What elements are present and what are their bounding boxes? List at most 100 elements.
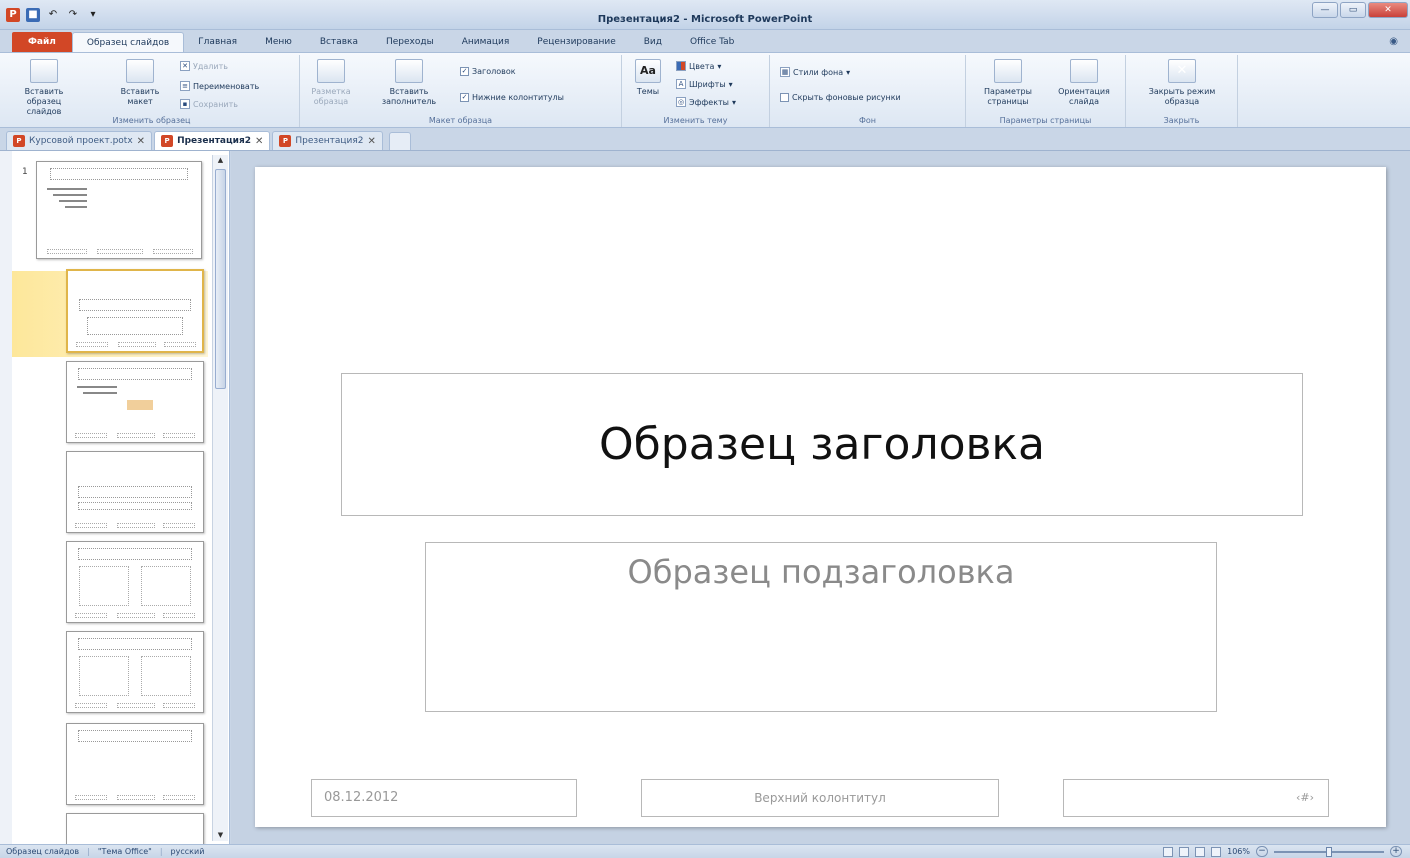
zoom-out-icon[interactable]: −: [1256, 846, 1268, 857]
close-tab-icon[interactable]: ✕: [255, 136, 263, 147]
effects-button[interactable]: ◎ Эффекты ▾: [676, 97, 736, 107]
tab-transitions[interactable]: Переходы: [372, 32, 448, 52]
thumb-content-left: [79, 566, 129, 606]
thumb-line: [83, 392, 117, 394]
tab-view[interactable]: Вид: [630, 32, 676, 52]
minimize-button[interactable]: —: [1312, 2, 1338, 18]
insert-layout-icon: [126, 59, 154, 83]
thumb-subtitle: [86, 317, 184, 335]
group-label: Фон: [858, 116, 876, 125]
thumb-footer: [75, 795, 107, 800]
close-button[interactable]: ✕: [1368, 2, 1408, 18]
tab-office-tab[interactable]: Office Tab: [676, 32, 748, 52]
help-icon[interactable]: ◉: [1389, 36, 1398, 47]
colors-button[interactable]: Цвета ▾: [676, 61, 721, 71]
close-tab-icon[interactable]: ✕: [137, 136, 145, 147]
layout-thumbnail-title-only[interactable]: [66, 723, 204, 805]
tab-slide-master[interactable]: Образец слайдов: [71, 32, 185, 52]
group-label: Изменить образец: [112, 116, 191, 125]
background-styles-button[interactable]: ▦ Стили фона ▾: [780, 67, 850, 77]
subtitle-placeholder[interactable]: Образец подзаголовка: [425, 542, 1217, 712]
zoom-slider-knob[interactable]: [1326, 846, 1332, 857]
layout-thumbnail-two-content[interactable]: [66, 541, 204, 623]
zoom-level[interactable]: 106%: [1227, 847, 1250, 856]
scrollbar-thumb[interactable]: [215, 169, 226, 389]
footer-placeholder[interactable]: Верхний колонтитул: [641, 779, 999, 817]
thumbnail-scrollbar[interactable]: ▲ ▼: [212, 155, 228, 841]
reading-view-icon[interactable]: [1195, 846, 1206, 857]
effects-icon: ◎: [676, 97, 686, 107]
doc-tab-label: Презентация2: [295, 136, 364, 146]
thumb-title: [77, 638, 193, 650]
group-edit-master: Вставить образец слайдов Вставить макет …: [4, 55, 300, 127]
status-language[interactable]: русский: [171, 847, 205, 856]
date-placeholder[interactable]: 08.12.2012: [311, 779, 577, 817]
delete-button[interactable]: ✕ Удалить: [180, 61, 228, 71]
page-setup-icon: [994, 59, 1022, 83]
thumb-content-left: [79, 656, 129, 696]
thumb-footer: [118, 342, 156, 347]
maximize-button[interactable]: ▭: [1340, 2, 1366, 18]
master-layout-button[interactable]: Разметка образца: [306, 59, 356, 107]
fonts-button[interactable]: A Шрифты ▾: [676, 79, 733, 89]
tab-home[interactable]: Главная: [184, 32, 251, 52]
page-setup-button[interactable]: Параметры страницы: [970, 59, 1046, 107]
slide[interactable]: Образец заголовка Образец подзаголовка 0…: [255, 167, 1386, 827]
dropdown-arrow-icon: ▾: [846, 67, 851, 77]
layout-thumbnail-title-content[interactable]: [66, 361, 204, 443]
close-tab-icon[interactable]: ✕: [368, 136, 376, 147]
zoom-slider[interactable]: [1274, 846, 1384, 857]
normal-view-icon[interactable]: [1163, 846, 1174, 857]
preserve-button[interactable]: ▪ Сохранить: [180, 99, 238, 109]
thumb-title: [77, 368, 193, 380]
rename-button[interactable]: ≡ Переименовать: [180, 81, 259, 91]
check-icon: ✓: [460, 67, 469, 76]
doc-tab-template[interactable]: P Курсовой проект.potx ✕: [6, 131, 153, 150]
layout-thumbnail-blank[interactable]: [66, 813, 204, 844]
tab-menu[interactable]: Меню: [251, 32, 306, 52]
slide-number-placeholder[interactable]: ‹#›: [1063, 779, 1329, 817]
footers-checkbox[interactable]: ✓ Нижние колонтитулы: [460, 93, 564, 102]
master-layout-label: Разметка образца: [311, 87, 351, 106]
new-tab-button[interactable]: [388, 132, 411, 150]
title-placeholder[interactable]: Образец заголовка: [341, 373, 1303, 516]
orientation-button[interactable]: Ориентация слайда: [1046, 59, 1122, 107]
tab-file[interactable]: Файл: [12, 32, 72, 52]
master-thumbnail[interactable]: [36, 161, 202, 259]
themes-label: Темы: [636, 87, 660, 96]
status-separator: |: [87, 847, 90, 856]
layout-thumbnail-comparison[interactable]: [66, 631, 204, 713]
zoom-in-icon[interactable]: +: [1390, 846, 1402, 857]
rename-label: Переименовать: [193, 81, 260, 91]
thumb-subtitle: [77, 502, 193, 510]
doc-tab-presentation2[interactable]: P Презентация2 ✕: [272, 131, 383, 150]
ribbon: Вставить образец слайдов Вставить макет …: [0, 52, 1410, 128]
doc-tab-presentation2-active[interactable]: P Презентация2 ✕: [154, 131, 271, 150]
slide-number-label: 1: [22, 167, 28, 177]
tab-insert[interactable]: Вставка: [306, 32, 372, 52]
status-bar: Образец слайдов | "Тема Office" | русски…: [0, 844, 1410, 858]
hide-background-checkbox[interactable]: Скрыть фоновые рисунки: [780, 93, 901, 102]
insert-master-icon: [30, 59, 58, 83]
scroll-down-icon[interactable]: ▼: [215, 830, 226, 841]
status-theme[interactable]: "Тема Office": [98, 847, 152, 856]
close-master-view-button[interactable]: ✕ Закрыть режим образца: [1134, 59, 1230, 107]
layout-thumbnail-section-header[interactable]: [66, 451, 204, 533]
scroll-up-icon[interactable]: ▲: [215, 155, 226, 166]
slideshow-view-icon[interactable]: [1211, 846, 1222, 857]
themes-button[interactable]: Aa Темы: [628, 59, 668, 97]
preserve-label: Сохранить: [193, 99, 238, 109]
tab-animations[interactable]: Анимация: [448, 32, 524, 52]
insert-layout-button[interactable]: Вставить макет: [114, 59, 166, 107]
tab-review[interactable]: Рецензирование: [523, 32, 629, 52]
title-checkbox[interactable]: ✓ Заголовок: [460, 67, 516, 76]
insert-master-button[interactable]: Вставить образец слайдов: [12, 59, 76, 117]
thumb-footer: [117, 433, 155, 438]
insert-placeholder-label: Вставить заполнитель: [381, 87, 437, 106]
thumb-line: [59, 200, 87, 202]
thumb-footer: [117, 523, 155, 528]
orientation-label: Ориентация слайда: [1058, 87, 1110, 106]
insert-placeholder-button[interactable]: Вставить заполнитель: [366, 59, 452, 107]
layout-thumbnail-title-slide[interactable]: [66, 269, 204, 353]
sorter-view-icon[interactable]: [1179, 846, 1190, 857]
